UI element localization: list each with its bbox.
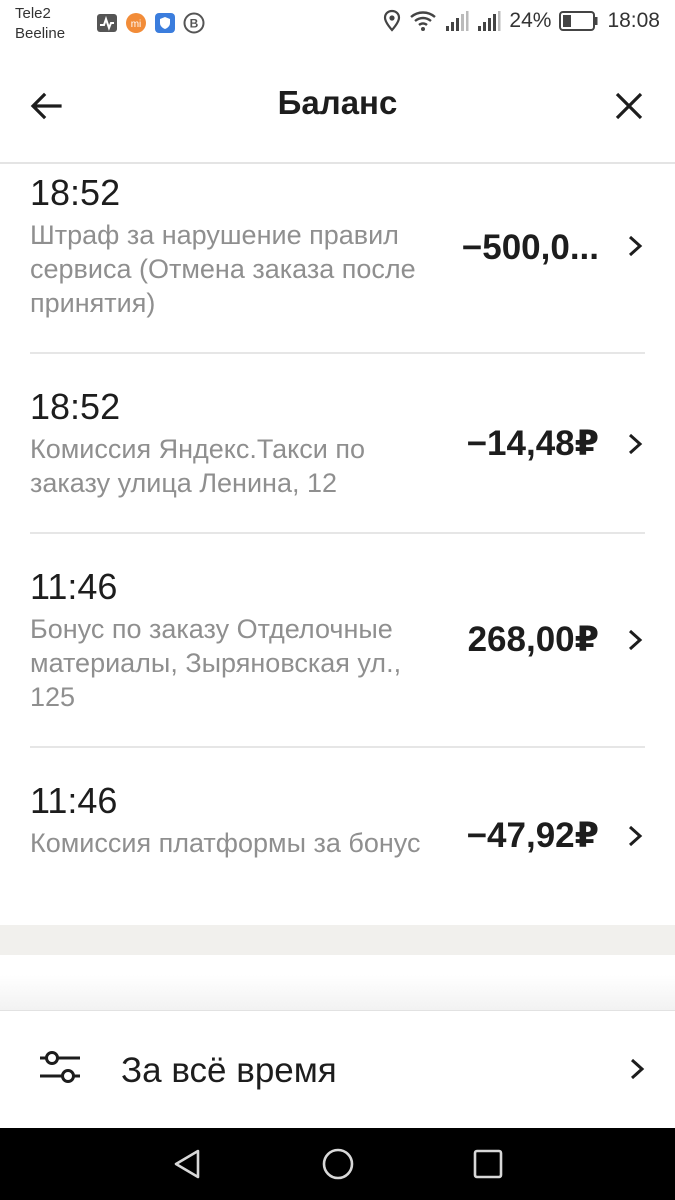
battery-icon (559, 10, 599, 32)
section-separator (0, 925, 675, 955)
nav-back-button[interactable] (170, 1146, 206, 1182)
triangle-back-icon (174, 1149, 200, 1179)
transaction-row[interactable]: 11:46 Комиссия платформы за бонус −47,92… (30, 748, 645, 925)
b-icon: B (183, 12, 205, 34)
period-filter-button[interactable]: За всё время (0, 1010, 675, 1128)
location-icon (383, 9, 401, 33)
transaction-amount: −500,0... (461, 228, 599, 267)
transaction-time: 11:46 (30, 780, 118, 821)
scroll-fade (0, 975, 675, 1015)
transaction-amount: −14,48₽ (466, 424, 599, 463)
system-nav-bar (0, 1128, 675, 1200)
svg-text:mi: mi (131, 19, 142, 30)
page-title: Баланс (277, 84, 398, 121)
app-header: Баланс (0, 50, 675, 164)
filter-sliders-icon (40, 1051, 80, 1083)
square-recents-icon (473, 1149, 503, 1179)
transaction-row[interactable]: 18:52 Комиссия Яндекс.Такси по заказу ул… (30, 354, 645, 532)
battery-percent: 24% (509, 9, 552, 32)
carrier-1: Tele2 (15, 5, 51, 22)
transaction-amount: 268,00₽ (467, 620, 599, 659)
nav-recents-button[interactable] (470, 1146, 506, 1182)
close-icon (615, 92, 643, 120)
transaction-description: Комиссия платформы за бонус (30, 828, 421, 858)
shield-icon (154, 12, 176, 34)
nav-home-button[interactable] (320, 1146, 356, 1182)
circle-home-icon (322, 1148, 354, 1180)
chevron-right-icon (630, 1058, 645, 1080)
clock: 18:08 (607, 9, 660, 32)
svg-text:B: B (190, 17, 199, 31)
transaction-row[interactable]: 11:46 Бонус по заказу Отделочные материа… (30, 534, 645, 746)
transaction-description: Бонус по заказу Отделочные материалы, Зы… (30, 614, 402, 712)
wifi-icon (409, 10, 437, 32)
period-filter-label: За всё время (121, 1051, 337, 1090)
transaction-row[interactable]: 18:52 Штраф за нарушение правил сервиса … (30, 166, 645, 352)
activity-icon (96, 12, 118, 34)
chevron-right-icon (628, 629, 643, 651)
transaction-time: 11:46 (30, 566, 118, 607)
carrier-labels: Tele2 Beeline (15, 4, 65, 44)
transaction-time: 18:52 (30, 386, 121, 427)
signal-icon-2 (477, 10, 501, 32)
transaction-time: 18:52 (30, 172, 121, 213)
status-right: 24% 18:08 (383, 9, 660, 33)
chevron-right-icon (628, 433, 643, 455)
status-bar: Tele2 Beeline mi B 24% 18:08 (0, 0, 675, 50)
notification-icons: mi B (96, 12, 205, 34)
transaction-description: Комиссия Яндекс.Такси по заказу улица Ле… (30, 434, 366, 498)
carrier-2: Beeline (15, 25, 66, 42)
mi-icon: mi (125, 12, 147, 34)
transaction-amount: −47,92₽ (466, 816, 599, 855)
transaction-description: Штраф за нарушение правил сервиса (Отмен… (30, 220, 416, 318)
chevron-right-icon (628, 825, 643, 847)
close-button[interactable] (609, 86, 649, 126)
signal-icon (445, 10, 469, 32)
chevron-right-icon (628, 235, 643, 257)
